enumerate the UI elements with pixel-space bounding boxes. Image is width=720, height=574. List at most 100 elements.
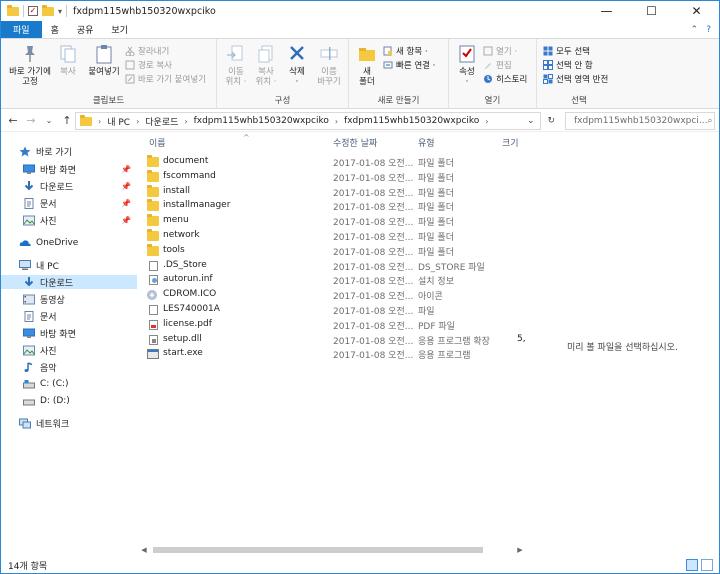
chevron-right-icon[interactable]: › <box>136 117 139 126</box>
properties-icon <box>456 43 478 65</box>
details-view-button[interactable] <box>686 559 698 571</box>
horizontal-scrollbar[interactable]: ◀ ▶ <box>139 545 525 555</box>
table-row[interactable]: installmanager 2017-01-08 오전... 파일 폴더 <box>145 199 559 213</box>
refresh-button[interactable]: ↻ <box>547 116 555 126</box>
select-all-button[interactable]: 모두 선택 <box>543 45 590 57</box>
table-row[interactable]: license.pdf 2017-01-08 오전... PDF 파일 <box>145 318 559 332</box>
table-row[interactable]: document 2017-01-08 오전... 파일 폴더 <box>145 155 559 169</box>
pin-icon[interactable]: 📌 <box>121 165 131 174</box>
nav-downloads[interactable]: 다운로드 📌 <box>1 179 137 193</box>
search-box[interactable]: fxdpm115whb150320wxpci... ⌕ <box>565 112 715 130</box>
nav-pictures[interactable]: 사진 📌 <box>1 213 137 227</box>
nav-documents[interactable]: 문서 📌 <box>1 196 137 210</box>
nav-music[interactable]: 음악 <box>1 360 137 374</box>
pin-icon[interactable]: 📌 <box>121 199 131 208</box>
chevron-right-icon[interactable]: › <box>184 117 187 126</box>
pin-icon[interactable]: 📌 <box>121 182 131 191</box>
table-row[interactable]: autorun.inf 2017-01-08 오전... 설치 정보 <box>145 273 559 287</box>
table-row[interactable]: network 2017-01-08 오전... 파일 폴더 <box>145 229 559 243</box>
qat-dropdown-icon[interactable]: ▾ <box>58 7 62 16</box>
nav-label: 바로 가기 <box>36 147 72 158</box>
scroll-thumb[interactable] <box>153 547 483 553</box>
select-none-button[interactable]: 선택 안 함 <box>543 59 593 71</box>
maximize-button[interactable]: ☐ <box>629 1 674 21</box>
invert-selection-button[interactable]: 선택 영역 반전 <box>543 73 608 85</box>
minimize-button[interactable]: — <box>584 1 629 21</box>
chevron-right-icon[interactable]: › <box>335 117 338 126</box>
scroll-right-icon[interactable]: ▶ <box>515 545 525 555</box>
new-item-button[interactable]: 새 항목 · <box>383 45 428 57</box>
search-input[interactable]: fxdpm115whb150320wxpci... <box>574 116 707 126</box>
tab-share[interactable]: 공유 <box>68 21 103 38</box>
large-icons-view-button[interactable] <box>701 559 713 571</box>
nav-drive-d[interactable]: D: (D:) <box>1 394 137 408</box>
ribbon-collapse-icon[interactable]: ⌃ <box>691 25 699 35</box>
delete-button[interactable]: 삭제 · <box>283 43 311 87</box>
table-row[interactable]: install 2017-01-08 오전... 파일 폴더 <box>145 184 559 199</box>
nav-this-pc[interactable]: 내 PC <box>1 258 137 272</box>
nav-desktop[interactable]: 바탕 화면 📌 <box>1 162 137 176</box>
open-label: 열기 · <box>496 47 518 57</box>
address-box[interactable]: › 내 PC › 다운로드 › fxdpm115whb150320wxpciko… <box>75 112 541 130</box>
scroll-left-icon[interactable]: ◀ <box>139 545 149 555</box>
copy-button[interactable]: 복사 <box>55 43 81 77</box>
organize-group: 이동 위치 · 복사 위치 · 삭제 · 이름 바꾸기 구성 <box>217 39 349 109</box>
breadcrumb-folder-2[interactable]: fxdpm115whb150320wxpciko <box>344 116 479 126</box>
nav-videos[interactable]: 동영상 <box>1 292 137 306</box>
back-button[interactable]: ← <box>5 114 21 127</box>
column-header-date[interactable]: 수정한 날짜 <box>333 136 377 149</box>
nav-pc-documents[interactable]: 문서 <box>1 309 137 323</box>
new-folder-icon[interactable] <box>42 4 54 16</box>
easy-access-button[interactable]: 빠른 연결 · <box>383 59 435 71</box>
nav-label: OneDrive <box>36 238 79 248</box>
nav-label: 바탕 화면 <box>40 165 76 176</box>
forward-button[interactable]: → <box>23 114 39 127</box>
column-header-type[interactable]: 유형 <box>418 136 435 149</box>
cut-button[interactable]: 잘라내기 <box>125 45 169 57</box>
table-row[interactable]: fscommand 2017-01-08 오전... 파일 폴더 <box>145 169 559 184</box>
table-row[interactable]: menu 2017-01-08 오전... 파일 폴더 <box>145 214 559 228</box>
pin-icon[interactable]: 📌 <box>121 216 131 225</box>
history-button[interactable]: 히스토리 <box>483 73 527 85</box>
edit-button[interactable]: 편집 <box>483 59 512 71</box>
table-row[interactable]: CDROM.ICO 2017-01-08 오전... 아이콘 <box>145 288 559 302</box>
chevron-right-icon[interactable]: › <box>485 117 488 126</box>
nav-pc-pictures[interactable]: 사진 <box>1 343 137 357</box>
nav-quick-access[interactable]: 바로 가기 <box>1 144 137 158</box>
close-button[interactable]: ✕ <box>674 1 719 21</box>
nav-pc-downloads[interactable]: 다운로드 <box>1 275 137 289</box>
properties-check-icon[interactable]: ✓ <box>28 6 38 16</box>
nav-onedrive[interactable]: OneDrive <box>1 236 137 250</box>
pin-quick-access-button[interactable]: 바로 가기에 고정 <box>7 43 53 87</box>
breadcrumb-downloads[interactable]: 다운로드 <box>145 115 178 128</box>
tab-home[interactable]: 홈 <box>42 21 68 38</box>
table-row[interactable]: tools 2017-01-08 오전... 파일 폴더 <box>145 243 559 258</box>
table-row[interactable]: LES740001A 2017-01-08 오전... 파일 <box>145 303 559 317</box>
nav-drive-c[interactable]: C: (C:) <box>1 377 137 391</box>
nav-pc-desktop[interactable]: 바탕 화면 <box>1 326 137 340</box>
nav-network[interactable]: 네트워크 <box>1 416 137 430</box>
help-icon[interactable]: ? <box>706 25 711 35</box>
recent-locations-button[interactable]: ⌄ <box>41 116 57 125</box>
move-to-button[interactable]: 이동 위치 · <box>221 43 251 87</box>
copy-path-button[interactable]: 경로 복사 <box>125 59 172 71</box>
up-button[interactable]: ↑ <box>59 114 75 127</box>
open-button[interactable]: 열기 · <box>483 45 517 57</box>
copy-to-button[interactable]: 복사 위치 · <box>251 43 281 87</box>
breadcrumb-folder-1[interactable]: fxdpm115whb150320wxpciko <box>194 116 329 126</box>
column-header-size[interactable]: 크기 <box>502 136 519 149</box>
address-dropdown-button[interactable]: ⌄ <box>527 116 535 126</box>
paste-button[interactable]: 붙여넣기 <box>85 43 123 77</box>
tab-file[interactable]: 파일 <box>1 21 42 38</box>
tab-view[interactable]: 보기 <box>102 21 137 38</box>
table-row[interactable]: .DS_Store 2017-01-08 오전... DS_STORE 파일 <box>145 259 559 273</box>
video-icon <box>23 294 35 305</box>
properties-button[interactable]: 속성 · <box>453 43 481 87</box>
new-folder-button[interactable]: 새 폴더 <box>353 43 381 87</box>
breadcrumb-this-pc[interactable]: 내 PC <box>107 115 130 128</box>
table-row[interactable]: setup.dll 2017-01-08 오전... 응용 프로그램 확장 5, <box>145 333 559 347</box>
paste-shortcut-button[interactable]: 바로 가기 붙여넣기 <box>125 73 206 85</box>
rename-button[interactable]: 이름 바꾸기 <box>313 43 345 87</box>
column-header-name[interactable]: 이름 ^ <box>149 133 250 149</box>
table-row[interactable]: start.exe 2017-01-08 오전... 응용 프로그램 <box>145 347 559 361</box>
